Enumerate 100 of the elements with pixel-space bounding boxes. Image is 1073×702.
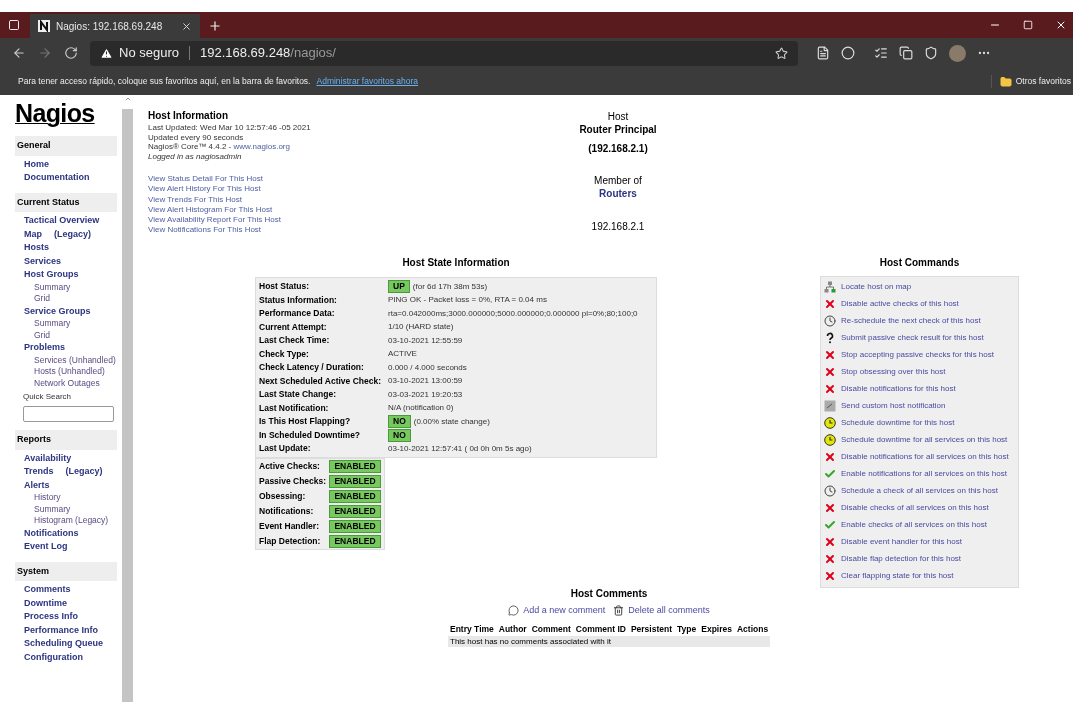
state-label: Performance Data: (259, 307, 336, 320)
command-link[interactable]: Disable notifications for all services on this host (841, 451, 1009, 464)
sidebar-link[interactable]: (Legacy) (65, 465, 103, 479)
state-value: (for 6d 17h 38m 53s) (412, 280, 488, 293)
scrollbar[interactable] (122, 95, 133, 702)
command-link[interactable]: Stop accepting passive checks for this host (841, 349, 994, 362)
host-link[interactable]: View Notifications For This Host (148, 225, 548, 236)
sidebar-sublink[interactable]: Summary (15, 281, 117, 293)
host-group-link[interactable]: Routers (599, 187, 637, 200)
notification-icon (824, 400, 836, 413)
sidebar-link[interactable]: Hosts (24, 241, 49, 255)
tab-title: Nagios: 192.168.69.248 (56, 19, 164, 34)
sidebar-link[interactable]: Configuration (24, 650, 83, 664)
host-link[interactable]: View Alert History For This Host (148, 184, 548, 195)
sidebar-link[interactable]: Downtime (24, 596, 67, 610)
back-icon[interactable] (12, 46, 26, 60)
sidebar-link[interactable]: Comments (24, 583, 71, 597)
command-link[interactable]: Locate host on map (841, 281, 912, 294)
sidebar-link[interactable]: Host Groups (24, 268, 79, 282)
state-label: Host Status: (259, 280, 311, 293)
command-link[interactable]: Clear flapping state for this host (841, 570, 954, 583)
manage-favorites-link[interactable]: Administrar favoritos ahora (316, 75, 419, 88)
command-link[interactable]: Send custom host notification (841, 400, 946, 413)
sidebar-link[interactable]: Trends (24, 465, 54, 479)
sidebar-link[interactable]: Alerts (24, 478, 50, 492)
command-link[interactable]: Disable active checks of this host (841, 298, 959, 311)
command-link[interactable]: Schedule downtime for this host (841, 417, 955, 430)
question-icon (824, 332, 836, 345)
close-tab-icon[interactable] (181, 20, 192, 32)
sidebar-link[interactable]: Home (24, 157, 49, 171)
sidebar-sublink[interactable]: Grid (15, 293, 117, 305)
favorites-icon[interactable] (874, 46, 888, 60)
sidebar-sublink[interactable]: History (15, 492, 117, 504)
host-link[interactable]: View Availability Report For This Host (148, 215, 548, 226)
host-link[interactable]: View Alert Histogram For This Host (148, 204, 548, 216)
command-link[interactable]: Enable checks of all services on this host (841, 519, 987, 532)
profile-avatar[interactable] (949, 44, 966, 62)
sidebar-link[interactable]: Event Log (24, 540, 68, 554)
add-comment-link[interactable]: Add a new comment (523, 603, 606, 618)
sidebar-sublink[interactable]: Network Outages (15, 377, 117, 389)
host-link[interactable]: View Status Detail For This Host (148, 174, 548, 185)
collections-icon[interactable] (899, 46, 913, 60)
sidebar-sublink[interactable]: Histogram (Legacy) (15, 515, 117, 527)
empty-comments-row: This host has no comments associated with it (448, 636, 770, 648)
cross-icon (824, 366, 836, 379)
nagios-logo[interactable]: Nagios (15, 101, 117, 126)
sidebar-sublink[interactable]: Services (Unhandled) (15, 354, 117, 366)
sidebar-link[interactable]: Documentation (24, 171, 90, 185)
sidebar-sublink[interactable]: Summary (15, 503, 117, 515)
reload-icon[interactable] (64, 46, 78, 60)
command-link[interactable]: Disable event handler for this host (841, 536, 962, 549)
column-header: Persistent (630, 623, 672, 637)
host-link[interactable]: View Trends For This Host (148, 194, 548, 205)
sidebar-link[interactable]: Services (24, 254, 62, 268)
column-header: Type (677, 623, 697, 637)
other-favorites-button[interactable]: Otros favoritos (990, 75, 1071, 88)
sidebar-link[interactable]: Availability (24, 451, 72, 465)
add-favorite-icon[interactable] (775, 46, 788, 60)
command-link[interactable]: Schedule downtime for all services on this host (841, 434, 1008, 447)
sidebar-link[interactable]: Notifications (24, 526, 79, 540)
command-link[interactable]: Disable flap detection for this host (841, 553, 962, 566)
shield-icon[interactable] (924, 46, 938, 60)
sidebar-link[interactable]: Performance Info (24, 623, 99, 637)
security-label: No seguro (119, 44, 179, 63)
sidebar-link[interactable]: Scheduling Queue (24, 637, 103, 651)
version-line: Nagios® Core™ 4.4.2 - www.nagios.org (148, 142, 291, 152)
new-tab-icon[interactable] (208, 19, 222, 33)
command-link[interactable]: Schedule a check of all services on this host (841, 485, 998, 498)
sidebar-link[interactable]: Process Info (24, 610, 79, 624)
sidebar-link[interactable]: Service Groups (24, 304, 91, 318)
sidebar-link[interactable]: Map (24, 227, 42, 241)
close-icon[interactable] (1055, 19, 1067, 31)
quick-search-field[interactable] (23, 406, 114, 422)
state-label: Last Notification: (259, 401, 330, 415)
feature-label: Obsessing: (259, 490, 307, 504)
info-line: Updated every 90 seconds (148, 132, 245, 142)
sidebar-sublink[interactable]: Grid (15, 329, 117, 341)
maximize-icon[interactable] (1023, 20, 1033, 30)
state-label: In Scheduled Downtime? (259, 428, 362, 442)
forward-icon[interactable] (38, 46, 52, 60)
browser-tab[interactable]: Nagios: 192.168.69.248 (30, 14, 200, 38)
command-link[interactable]: Enable notifications for all services on this host (841, 468, 1007, 481)
sidebar-sublink[interactable]: Summary (15, 318, 117, 330)
tab-actions-icon[interactable] (8, 19, 20, 31)
command-link[interactable]: Re-schedule the next check of this host (841, 315, 981, 328)
delete-comments-link[interactable]: Delete all comments (628, 603, 710, 618)
command-link[interactable]: Stop obsessing over this host (841, 366, 946, 379)
scroll-up-icon[interactable] (123, 95, 132, 103)
cross-icon (824, 298, 836, 311)
reader-icon[interactable] (816, 46, 830, 60)
command-link[interactable]: Disable checks of all services on this host (841, 502, 989, 515)
sidebar-sublink[interactable]: Hosts (Unhandled) (15, 366, 117, 378)
command-link[interactable]: Disable notifications for this host (841, 383, 956, 396)
sidebar-link[interactable]: (Legacy) (54, 227, 91, 241)
sidebar-link[interactable]: Tactical Overview (24, 214, 100, 228)
command-link[interactable]: Submit passive check result for this host (841, 332, 984, 345)
nagios-link[interactable]: www.nagios.org (233, 142, 290, 151)
address-bar[interactable]: No seguro 192.168.69.248/nagios/ (90, 40, 798, 66)
sidebar-link[interactable]: Problems (24, 341, 65, 355)
extension-icon[interactable] (841, 46, 855, 60)
